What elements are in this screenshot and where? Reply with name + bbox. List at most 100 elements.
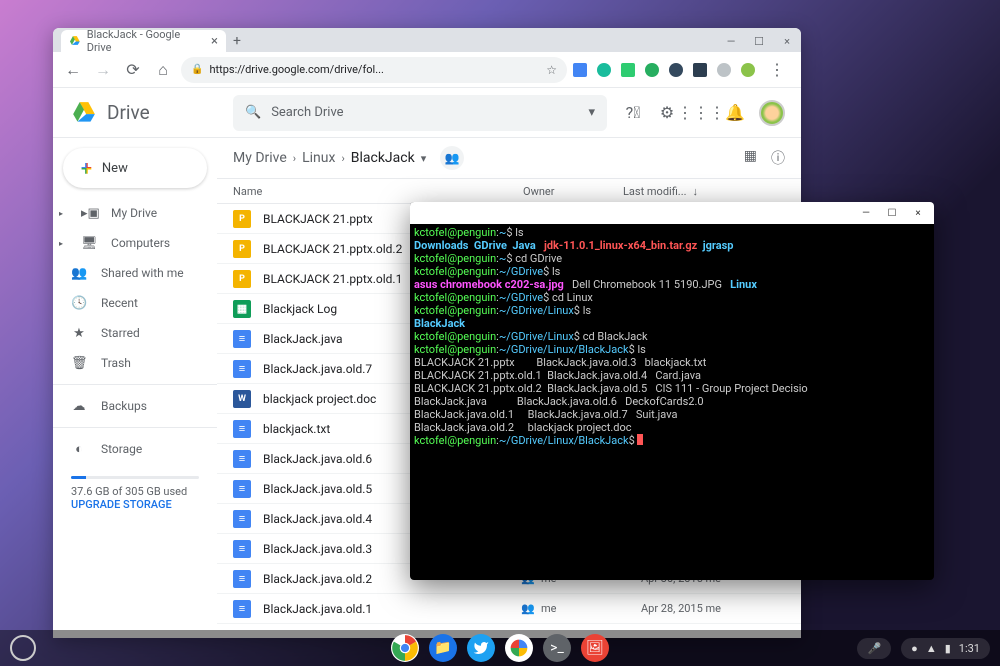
cloud-outline-icon: ◐ (71, 441, 87, 457)
extension-icon[interactable] (645, 63, 659, 77)
notification-dot-icon: ● (911, 642, 918, 655)
extension-icon[interactable] (693, 63, 707, 77)
mic-button[interactable]: 🎤 (857, 638, 891, 659)
new-button[interactable]: + New (63, 148, 207, 188)
apps-grid-icon[interactable]: ⋮⋮⋮ (691, 103, 711, 123)
file-type-icon (233, 510, 251, 528)
drive-logo-icon (69, 100, 99, 126)
avatar[interactable] (759, 100, 785, 126)
cloud-icon: ☁ (71, 399, 87, 414)
shelf-status[interactable]: 🎤 ● ▲ ▮ 1:31 (857, 638, 990, 659)
column-name[interactable]: Name (233, 185, 523, 198)
shelf-app-files[interactable]: 📁 (429, 634, 457, 662)
help-icon[interactable]: ?⃝ (623, 103, 643, 123)
upgrade-storage-link[interactable]: UPGRADE STORAGE (71, 498, 199, 511)
storage-text: 37.6 GB of 305 GB used (71, 485, 199, 498)
plus-icon: + (81, 156, 92, 180)
close-button[interactable]: × (773, 30, 801, 52)
sidebar-item-storage[interactable]: ◐Storage (53, 434, 217, 464)
breadcrumb-item[interactable]: My Drive (233, 150, 287, 166)
sidebar-item-backups[interactable]: ☁Backups (53, 391, 217, 421)
extension-icon[interactable] (621, 63, 635, 77)
window-controls: — ☐ × (717, 30, 801, 52)
forward-button[interactable]: → (91, 58, 115, 82)
url-field[interactable]: 🔒 https://drive.google.com/drive/fol... … (181, 57, 567, 83)
browser-tab[interactable]: BlackJack - Google Drive × (61, 30, 226, 52)
sort-arrow-icon: ↓ (693, 185, 699, 198)
sidebar-icon: ▸▣ (81, 206, 97, 221)
file-type-icon (233, 270, 251, 288)
search-icon: 🔍 (245, 105, 261, 120)
wifi-icon: ▲ (926, 642, 937, 655)
sidebar-item-recent[interactable]: 🕓Recent (53, 288, 217, 318)
sidebar-icon: 👥 (71, 266, 87, 281)
sidebar-item-computers[interactable]: 🖥Computers (53, 228, 217, 258)
file-type-icon (233, 360, 251, 378)
terminal-minimize-button[interactable]: — (854, 204, 878, 222)
bookmark-star-icon[interactable]: ☆ (546, 63, 557, 77)
menu-button[interactable]: ⋮ (765, 58, 789, 82)
shelf-app-terminal[interactable]: >_ (543, 634, 571, 662)
tab-title: BlackJack - Google Drive (87, 28, 205, 54)
sidebar-item-shared-with-me[interactable]: 👥Shared with me (53, 258, 217, 288)
sidebar-icon: 🖥 (81, 236, 97, 251)
search-input[interactable]: 🔍 Search Drive ▾ (233, 95, 607, 131)
file-type-icon (233, 240, 251, 258)
search-options-icon[interactable]: ▾ (588, 105, 595, 120)
header-icons: ?⃝ ⚙ ⋮⋮⋮ 🔔 (623, 100, 785, 126)
settings-gear-icon[interactable]: ⚙ (657, 103, 677, 123)
file-type-icon (233, 450, 251, 468)
chevron-right-icon: › (341, 152, 344, 165)
chevron-right-icon: › (293, 152, 296, 165)
list-header: Name Owner Last modifi...↓ (217, 178, 801, 204)
sidebar: + New ▸▣My Drive🖥Computers👥Shared with m… (53, 138, 217, 638)
sidebar-item-starred[interactable]: ★Starred (53, 318, 217, 348)
new-tab-button[interactable]: + (226, 30, 248, 52)
shelf-app-chrome[interactable] (391, 634, 419, 662)
file-row[interactable]: BlackJack.java.old.1👥meApr 28, 2015 me (217, 594, 801, 624)
tab-close-icon[interactable]: × (211, 34, 218, 49)
terminal-close-button[interactable]: × (906, 204, 930, 222)
column-owner[interactable]: Owner (523, 185, 623, 198)
minimize-button[interactable]: — (717, 30, 745, 52)
breadcrumb-current[interactable]: BlackJack (351, 150, 415, 166)
file-type-icon (233, 570, 251, 588)
column-modified[interactable]: Last modifi...↓ (623, 185, 698, 198)
shared-icon: 👥 (521, 602, 535, 615)
shelf-app-twitter[interactable] (467, 634, 495, 662)
breadcrumb: My Drive › Linux › BlackJack ▾ 👥 ▦ ⓘ (217, 138, 801, 178)
maximize-button[interactable]: ☐ (745, 30, 773, 52)
grid-view-icon[interactable]: ▦ (744, 148, 757, 168)
file-owner: me (541, 602, 641, 615)
status-tray[interactable]: ● ▲ ▮ 1:31 (901, 638, 990, 659)
terminal-titlebar: — ☐ × (410, 202, 934, 224)
sidebar-icon: 🗑 (71, 356, 87, 371)
terminal-body[interactable]: kctofel@penguin:~$ lsDownloads GDrive Ja… (410, 224, 934, 449)
extension-icon[interactable] (573, 63, 587, 77)
share-folder-icon[interactable]: 👥 (440, 146, 464, 170)
file-type-icon (233, 210, 251, 228)
extension-icon[interactable] (717, 63, 731, 77)
notifications-icon[interactable]: 🔔 (725, 103, 745, 123)
drive-logo[interactable]: Drive (69, 100, 217, 126)
extension-icon[interactable] (741, 63, 755, 77)
extension-icon[interactable] (597, 63, 611, 77)
home-button[interactable]: ⌂ (151, 58, 175, 82)
extension-icons: ⋮ (573, 58, 793, 82)
drive-header: Drive 🔍 Search Drive ▾ ?⃝ ⚙ ⋮⋮⋮ 🔔 (53, 88, 801, 138)
terminal-maximize-button[interactable]: ☐ (880, 204, 904, 222)
sidebar-item-trash[interactable]: 🗑Trash (53, 348, 217, 378)
sidebar-item-my-drive[interactable]: ▸▣My Drive (53, 198, 217, 228)
separator (53, 427, 217, 428)
shelf-app-photos[interactable] (505, 634, 533, 662)
launcher-button[interactable] (10, 635, 36, 661)
file-type-icon (233, 480, 251, 498)
address-bar: ← → ⟳ ⌂ 🔒 https://drive.google.com/drive… (53, 52, 801, 88)
back-button[interactable]: ← (61, 58, 85, 82)
info-icon[interactable]: ⓘ (771, 148, 785, 168)
extension-icon[interactable] (669, 63, 683, 77)
chevron-down-icon[interactable]: ▾ (421, 152, 427, 165)
breadcrumb-item[interactable]: Linux (302, 150, 335, 166)
reload-button[interactable]: ⟳ (121, 58, 145, 82)
shelf-app-screenshot[interactable]: 🖼 (581, 634, 609, 662)
